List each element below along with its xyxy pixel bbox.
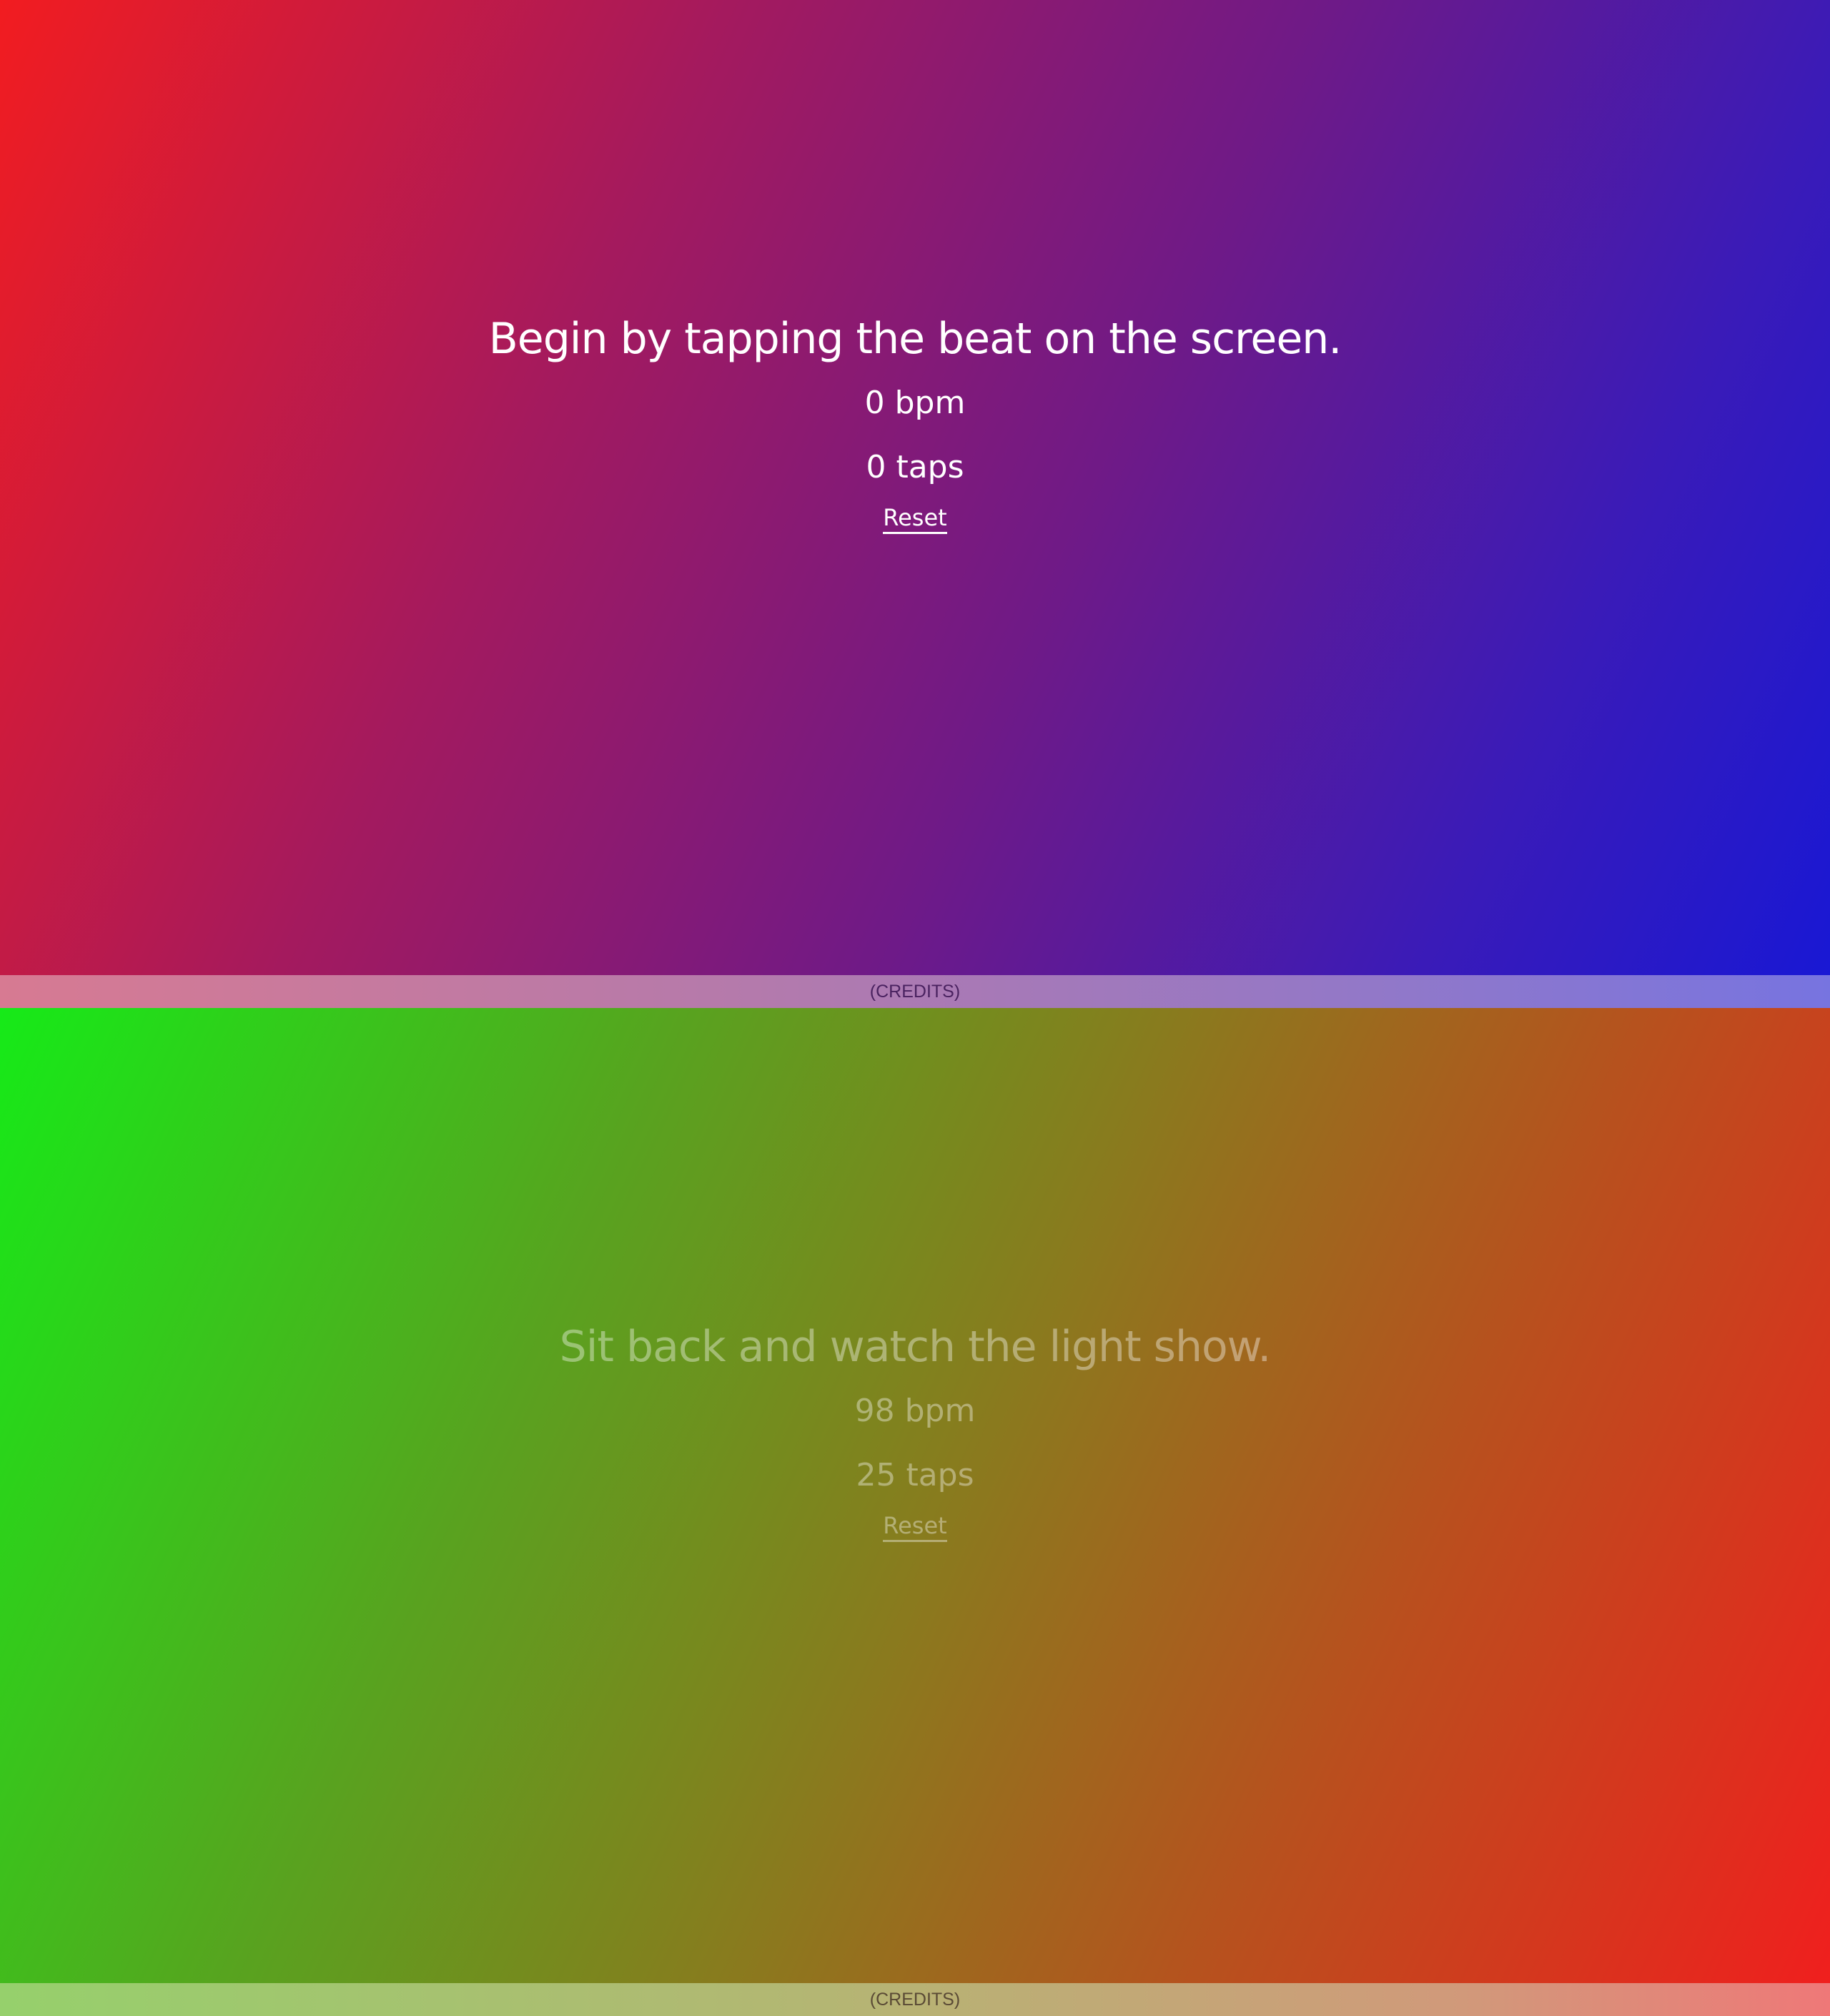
credits-link[interactable]: (CREDITS) — [0, 975, 1830, 1008]
tap-area[interactable]: Sit back and watch the light show. 98 bp… — [0, 1008, 1830, 1983]
status-block: Begin by tapping the beat on the screen.… — [0, 312, 1830, 534]
status-block: Sit back and watch the light show. 98 bp… — [0, 1320, 1830, 1542]
credits-link[interactable]: (CREDITS) — [0, 1983, 1830, 2016]
reset-link[interactable]: Reset — [883, 503, 947, 534]
tap-count-display: 0 taps — [866, 449, 964, 485]
instruction-heading: Begin by tapping the beat on the screen. — [488, 314, 1342, 364]
bpm-display: 98 bpm — [854, 1393, 976, 1429]
tap-area[interactable]: Begin by tapping the beat on the screen.… — [0, 0, 1830, 975]
reset-link[interactable]: Reset — [883, 1511, 947, 1542]
light-show-screen[interactable]: Sit back and watch the light show. 98 bp… — [0, 1008, 1830, 2016]
tap-count-display: 25 taps — [856, 1457, 974, 1493]
tap-screen-initial[interactable]: Begin by tapping the beat on the screen.… — [0, 0, 1830, 1008]
instruction-heading: Sit back and watch the light show. — [559, 1322, 1272, 1372]
bpm-display: 0 bpm — [864, 385, 966, 421]
